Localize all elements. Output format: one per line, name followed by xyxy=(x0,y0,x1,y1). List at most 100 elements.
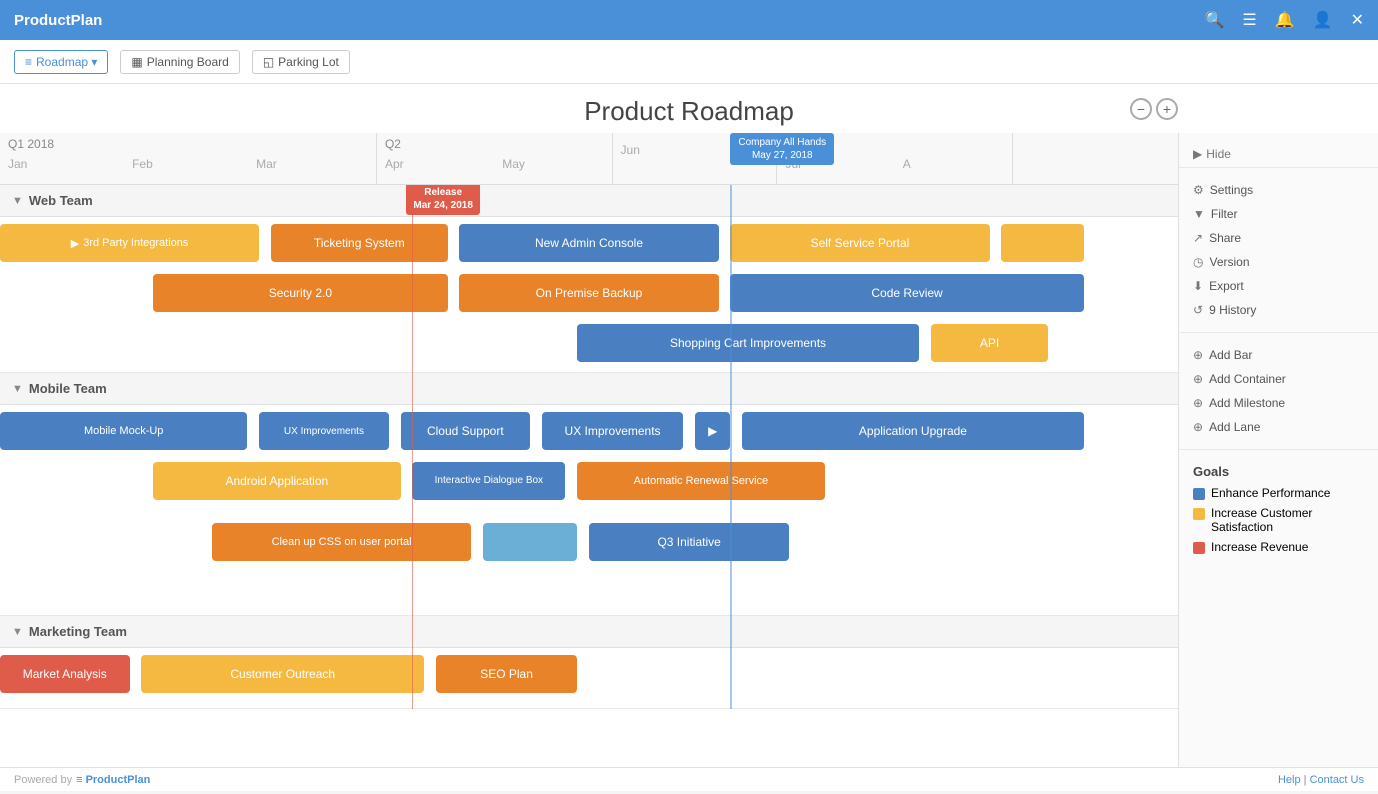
bar-blue-mid[interactable] xyxy=(483,523,577,561)
bar-customer-outreach[interactable]: Customer Outreach xyxy=(141,655,424,693)
month-jun: Jun xyxy=(613,141,777,159)
sidebar-item-share[interactable]: ↗ Share xyxy=(1179,226,1378,250)
sidebar-item-version[interactable]: ◷ Version xyxy=(1179,250,1378,274)
bar-auto-renewal[interactable]: Automatic Renewal Service xyxy=(577,462,824,500)
table-row: Shopping Cart Improvements API xyxy=(0,324,1178,370)
bar-mobile-mockup[interactable]: Mobile Mock-Up xyxy=(0,412,247,450)
sidebar-actions-section: ⊕ Add Bar ⊕ Add Container ⊕ Add Mileston… xyxy=(1179,339,1378,443)
mobile-team-chevron: ▼ xyxy=(12,383,23,395)
bar-q3-initiative[interactable]: Q3 Initiative xyxy=(589,523,789,561)
q3-label: Q3 xyxy=(777,133,1012,155)
quarter-q2: Q2 Apr May xyxy=(377,133,613,184)
bar-yellow-end[interactable] xyxy=(1001,224,1083,262)
marketing-team-header[interactable]: ▼ Marketing Team xyxy=(0,616,1178,648)
q1-label: Q1 2018 xyxy=(0,133,376,155)
add-lane-icon: ⊕ xyxy=(1193,420,1203,434)
filter-label: Filter xyxy=(1211,207,1238,221)
sidebar-item-add-milestone[interactable]: ⊕ Add Milestone xyxy=(1179,391,1378,415)
bar-cloud-support[interactable]: Cloud Support xyxy=(401,412,531,450)
planning-board-icon: ▦ xyxy=(131,55,142,69)
bar-code-review[interactable]: Code Review xyxy=(730,274,1083,312)
bar-interactive[interactable]: Interactive Dialogue Box xyxy=(412,462,565,500)
table-row: ▶ 3rd Party Integrations Ticketing Syste… xyxy=(0,224,1178,270)
bar-seo-plan[interactable]: SEO Plan xyxy=(436,655,577,693)
export-icon: ⬇ xyxy=(1193,279,1203,293)
roadmap-tab[interactable]: ≡ Roadmap ▾ xyxy=(14,50,108,74)
sidebar-item-add-container[interactable]: ⊕ Add Container xyxy=(1179,367,1378,391)
table-row: Clean up CSS on user portal Q3 Initiativ… xyxy=(0,523,1178,569)
sidebar-item-settings[interactable]: ⚙ Settings xyxy=(1179,178,1378,202)
marketing-team-label: Marketing Team xyxy=(29,624,127,639)
table-row: Android Application Interactive Dialogue… xyxy=(0,462,1178,508)
hide-label: Hide xyxy=(1206,147,1231,161)
bell-icon[interactable]: 🔔 xyxy=(1275,10,1295,30)
month-aug: A xyxy=(895,155,1012,173)
add-container-icon: ⊕ xyxy=(1193,372,1203,386)
quarter-q3: Q3 Jul A xyxy=(777,133,1013,184)
milestone-label: Release xyxy=(413,186,473,199)
export-label: Export xyxy=(1209,279,1244,293)
user-icon[interactable]: 👤 xyxy=(1313,10,1333,30)
add-lane-label: Add Lane xyxy=(1209,420,1260,434)
table-row: Market Analysis Customer Outreach SEO Pl… xyxy=(0,655,1178,701)
zoom-out-button[interactable]: − xyxy=(1130,98,1152,120)
goal-increase-revenue: Increase Revenue xyxy=(1179,537,1378,557)
add-container-label: Add Container xyxy=(1209,372,1286,386)
planning-board-label: Planning Board xyxy=(147,55,229,69)
footer: Powered by ≡ ProductPlan Help | Contact … xyxy=(0,767,1378,791)
web-team-header[interactable]: ▼ Web Team xyxy=(0,185,1178,217)
bar-app-upgrade[interactable]: Application Upgrade xyxy=(742,412,1084,450)
web-team-rows: ▶ 3rd Party Integrations Ticketing Syste… xyxy=(0,217,1178,372)
parking-lot-icon: ◱ xyxy=(263,55,274,69)
bar-cleanup-css[interactable]: Clean up CSS on user portal xyxy=(212,523,471,561)
sidebar-item-filter[interactable]: ▼ Filter xyxy=(1179,202,1378,226)
roadmap-icon: ≡ xyxy=(25,55,32,69)
parking-lot-tab[interactable]: ◱ Parking Lot xyxy=(252,50,350,74)
zoom-in-button[interactable]: + xyxy=(1156,98,1178,120)
search-icon[interactable]: 🔍 xyxy=(1204,10,1224,30)
table-row: Mobile Mock-Up UX Improvements Cloud Sup… xyxy=(0,412,1178,458)
bar-self-service[interactable]: Self Service Portal xyxy=(730,224,989,262)
bar-3rd-party[interactable]: ▶ 3rd Party Integrations xyxy=(0,224,259,262)
sidebar-item-export[interactable]: ⬇ Export xyxy=(1179,274,1378,298)
bar-ux-improvements1[interactable]: UX Improvements xyxy=(259,412,389,450)
hide-arrow-icon: ▶ xyxy=(1193,147,1202,161)
contact-link[interactable]: Contact Us xyxy=(1310,774,1364,786)
milestone-box: Release Mar 24, 2018 xyxy=(406,185,480,215)
timeline-header: Q1 2018 Jan Feb Mar Q2 Apr May xyxy=(0,133,1178,185)
roadmap-label: Roadmap ▾ xyxy=(36,55,97,69)
bar-ux-improvements2[interactable]: UX Improvements xyxy=(542,412,683,450)
bar-onprem[interactable]: On Premise Backup xyxy=(459,274,718,312)
bar-new-admin[interactable]: New Admin Console xyxy=(459,224,718,262)
bar-android[interactable]: Android Application xyxy=(153,462,400,500)
bar-shopping-cart[interactable]: Shopping Cart Improvements xyxy=(577,324,919,362)
jun-label xyxy=(613,133,777,141)
settings-icon: ⚙ xyxy=(1193,183,1204,197)
table-row: Security 2.0 On Premise Backup Code Revi… xyxy=(0,274,1178,320)
hide-sidebar-button[interactable]: ▶ Hide xyxy=(1179,141,1378,168)
month-jan: Jan xyxy=(0,155,124,173)
top-navigation: ProductPlan 🔍 ☰ 🔔 👤 ✕ xyxy=(0,0,1378,40)
list-icon[interactable]: ☰ xyxy=(1242,10,1256,30)
help-link[interactable]: Help xyxy=(1278,774,1301,786)
goals-title: Goals xyxy=(1179,456,1378,483)
bar-arrow[interactable]: ▶ xyxy=(695,412,730,450)
add-milestone-label: Add Milestone xyxy=(1209,396,1285,410)
expand-icon[interactable]: ✕ xyxy=(1351,10,1364,30)
marketing-team-rows: Market Analysis Customer Outreach SEO Pl… xyxy=(0,648,1178,708)
bar-security[interactable]: Security 2.0 xyxy=(153,274,448,312)
mobile-team-header[interactable]: ▼ Mobile Team Release Mar 24, 2018 xyxy=(0,373,1178,405)
zoom-controls: − + xyxy=(1130,98,1178,120)
sidebar-item-add-bar[interactable]: ⊕ Add Bar xyxy=(1179,343,1378,367)
planning-board-tab[interactable]: ▦ Planning Board xyxy=(120,50,239,74)
mobile-team-rows: Mobile Mock-Up UX Improvements Cloud Sup… xyxy=(0,405,1178,615)
bar-market-analysis[interactable]: Market Analysis xyxy=(0,655,130,693)
bar-ticketing[interactable]: Ticketing System xyxy=(271,224,448,262)
sidebar-item-add-lane[interactable]: ⊕ Add Lane xyxy=(1179,415,1378,439)
sidebar-item-history[interactable]: ↺ 9 History xyxy=(1179,298,1378,322)
goal-color-revenue xyxy=(1193,542,1205,554)
month-mar: Mar xyxy=(248,155,372,173)
main-layout: Q1 2018 Jan Feb Mar Q2 Apr May xyxy=(0,133,1378,767)
bar-api[interactable]: API xyxy=(931,324,1049,362)
month-feb: Feb xyxy=(124,155,248,173)
